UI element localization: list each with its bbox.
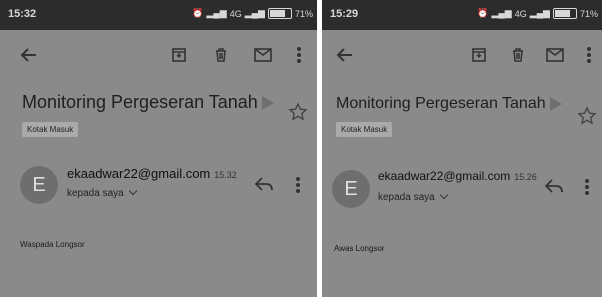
email-body: Waspada Longsor [20, 240, 85, 249]
subject-text: Monitoring Pergeseran Tanah [336, 95, 546, 112]
more-vert-icon[interactable] [288, 44, 310, 66]
label-chip[interactable]: Kotak Masuk [336, 122, 393, 137]
importance-marker-icon[interactable] [549, 96, 562, 111]
mail-icon[interactable] [252, 44, 274, 66]
battery-icon [552, 8, 577, 19]
sender-email: ekaadwar22@gmail.com [67, 166, 211, 181]
email-screen-right: 15:29 ⏰ ▂▄▆ 4G ▂▄▆ 71% Monitoring Perges… [322, 0, 602, 297]
email-screen-left: 15:32 ⏰ ▂▄▆ 4G ▂▄▆ 71% Monitoring Perges… [0, 0, 317, 297]
email-time: 15.32 [214, 170, 237, 180]
email-subject: Monitoring Pergeseran Tanah [336, 95, 562, 113]
alarm-icon: ⏰ [477, 8, 489, 18]
signal-icon: ▂▄▆ [491, 8, 512, 18]
network-type: 4G [229, 8, 242, 19]
email-body: Awas Longsor [334, 244, 385, 253]
battery-icon [267, 8, 292, 19]
mail-icon[interactable] [544, 44, 566, 66]
status-icons: ⏰ ▂▄▆ 4G ▂▄▆ 71% [192, 8, 313, 19]
email-time: 15.26 [514, 172, 537, 182]
more-vert-icon[interactable] [578, 44, 600, 66]
network-type: 4G [514, 8, 527, 19]
recipient-text: kepada saya [378, 192, 435, 203]
importance-marker-icon[interactable] [261, 96, 274, 111]
status-time: 15:29 [330, 8, 359, 20]
archive-icon[interactable] [468, 44, 490, 66]
battery-percent: 71% [579, 8, 598, 19]
email-subject: Monitoring Pergeseran Tanah [22, 92, 274, 113]
arrow-back-icon[interactable] [18, 44, 40, 66]
alarm-icon: ⏰ [192, 8, 204, 18]
recipient-text: kepada saya [67, 188, 124, 199]
signal-icon: ▂▄▆ [529, 8, 550, 18]
signal-icon: ▂▄▆ [206, 8, 227, 18]
label-chip[interactable]: Kotak Masuk [22, 122, 79, 137]
subject-text: Monitoring Pergeseran Tanah [22, 92, 258, 112]
star-icon[interactable] [288, 102, 308, 122]
recipient-toggle[interactable]: kepada saya [378, 190, 448, 203]
archive-icon[interactable] [168, 44, 190, 66]
status-time: 15:32 [8, 8, 37, 20]
star-icon[interactable] [577, 106, 597, 126]
reply-icon[interactable] [544, 178, 566, 200]
avatar[interactable]: E [332, 170, 370, 208]
signal-icon: ▂▄▆ [244, 8, 265, 18]
trash-icon[interactable] [507, 44, 529, 66]
status-icons: ⏰ ▂▄▆ 4G ▂▄▆ 71% [477, 8, 598, 19]
sender-line: ekaadwar22@gmail.com 15.32 [67, 166, 237, 181]
sender-line: ekaadwar22@gmail.com 15.26 [378, 169, 537, 183]
status-bar: 15:32 ⏰ ▂▄▆ 4G ▂▄▆ 71% [0, 0, 317, 30]
status-bar: 15:29 ⏰ ▂▄▆ 4G ▂▄▆ 71% [322, 0, 602, 30]
battery-percent: 71% [294, 8, 313, 19]
recipient-toggle[interactable]: kepada saya [67, 186, 137, 199]
more-vert-icon[interactable] [584, 178, 594, 200]
chevron-down-icon [128, 186, 137, 196]
arrow-back-icon[interactable] [334, 44, 356, 66]
more-vert-icon[interactable] [295, 176, 305, 198]
trash-icon[interactable] [210, 44, 232, 66]
reply-icon[interactable] [254, 176, 276, 198]
sender-email: ekaadwar22@gmail.com [378, 169, 511, 183]
chevron-down-icon [439, 190, 448, 200]
avatar[interactable]: E [20, 166, 58, 204]
